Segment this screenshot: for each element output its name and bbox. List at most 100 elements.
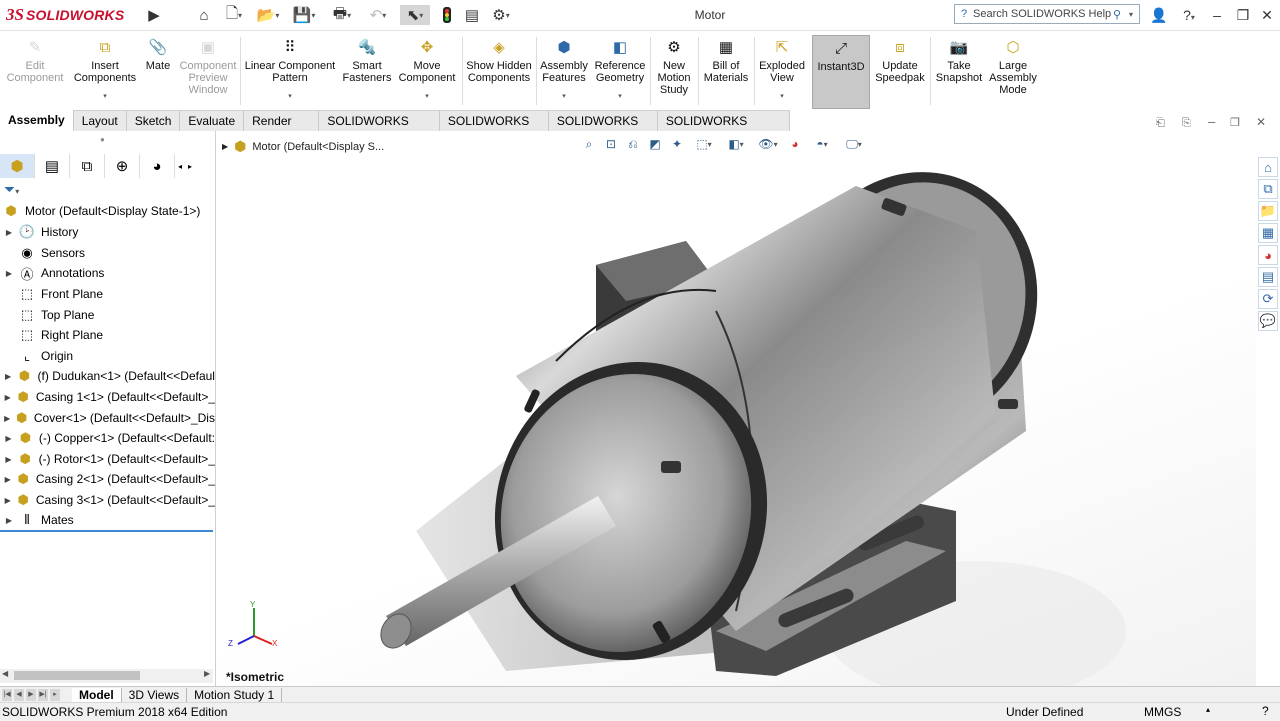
print-icon[interactable]: 🖶 ▾ — [328, 5, 356, 25]
tab-assembly[interactable]: Assembly — [0, 110, 74, 131]
edit-appearance-icon[interactable]: ◕ — [786, 135, 804, 153]
solidworks-resources-home-icon[interactable]: ⌂ — [1258, 157, 1278, 177]
doc-tile-right-icon[interactable]: ⎘ — [1182, 117, 1191, 130]
expand-arrow-icon[interactable]: ▶ — [0, 496, 15, 505]
expand-arrow-icon[interactable]: ▶ — [0, 475, 15, 484]
search-icon[interactable]: ⚲ — [1113, 8, 1129, 21]
expand-arrow-icon[interactable]: ▶ — [0, 269, 18, 278]
view-settings-icon[interactable]: 🖵 ▾ — [840, 135, 868, 153]
section-view-icon[interactable]: ◩ — [646, 135, 664, 153]
help-search-box[interactable]: ? Search SOLIDWORKS Help ⚲ ▾ — [954, 4, 1140, 24]
options-gear-icon[interactable]: ⚙ ▾ — [486, 5, 516, 25]
tree-item-annotations[interactable]: ▶ Ⓐ Annotations — [0, 263, 215, 283]
tree-root-motor[interactable]: ⬢ Motor (Default<Display State-1>) — [0, 201, 215, 221]
component-preview-window-button[interactable]: ▣ Component Preview Window — [176, 39, 240, 111]
display-style-icon[interactable]: ◧ ▾ — [722, 135, 750, 153]
assembly-features-dropdown-icon[interactable]: ▾ — [562, 91, 566, 103]
open-folder-icon[interactable]: 📂 ▾ — [254, 5, 282, 25]
linear-pattern-dropdown-icon[interactable]: ▾ — [288, 91, 292, 103]
filter-icon[interactable]: ⏷▾ — [4, 181, 19, 198]
move-component-dropdown-icon[interactable]: ▾ — [425, 91, 429, 103]
tabs-scroll-left-icon[interactable]: ◂ — [175, 162, 185, 171]
first-tab-icon[interactable]: |◀ — [2, 689, 12, 701]
next-tab-icon[interactable]: ▶ — [26, 689, 36, 701]
doc-close-icon[interactable]: ✕ — [1256, 115, 1266, 129]
tab-evaluate[interactable]: Evaluate — [180, 110, 245, 131]
status-units[interactable]: MMGS — [1144, 705, 1181, 719]
rebuild-traffic-light-icon[interactable] — [440, 5, 454, 25]
move-component-button[interactable]: ✥ Move Component ▾ — [396, 39, 458, 111]
tab-motion-study-1[interactable]: Motion Study 1 — [187, 687, 283, 703]
search-dropdown-icon[interactable]: ▾ — [1129, 10, 1139, 19]
tab-render-tools[interactable]: Render Tools — [244, 110, 320, 149]
exploded-view-button[interactable]: ⇱ Exploded View ▾ — [756, 39, 808, 111]
user-account-icon[interactable]: 👤 — [1146, 4, 1172, 26]
tabs-scroll-right-icon[interactable]: ▸ — [185, 162, 195, 171]
linear-component-pattern-button[interactable]: ⠿ Linear Component Pattern ▾ — [242, 39, 338, 111]
property-manager-tab-icon[interactable]: ▤ — [35, 154, 70, 178]
dimxpert-manager-tab-icon[interactable]: ⊕ — [105, 154, 140, 178]
tree-item-sensors[interactable]: ◉ Sensors — [0, 243, 215, 263]
display-manager-tab-icon[interactable]: ◕ — [140, 154, 175, 178]
tab-scroll-icon[interactable]: ▸ — [50, 689, 60, 701]
new-document-icon[interactable]: 🗋 ▾ — [220, 5, 248, 25]
tree-item-component[interactable]: ▶ ⬢ Casing 1<1> (Default<<Default>_ — [0, 387, 215, 407]
file-explorer-icon[interactable]: 📁 — [1258, 201, 1278, 221]
dynamic-annotation-icon[interactable]: ✦ — [668, 135, 686, 153]
large-assembly-mode-button[interactable]: ⬡ Large Assembly Mode — [988, 39, 1038, 111]
edit-component-button[interactable]: ✎ Edit Component — [6, 39, 64, 111]
instant3d-button[interactable]: ⤢ Instant3D — [812, 35, 870, 109]
tab-solidworks-add-ins[interactable]: SOLIDWORKS Add-Ins — [319, 110, 440, 149]
tree-item-component[interactable]: ▶ ⬢ (-) Copper<1> (Default<<Default: — [0, 428, 215, 448]
hide-show-items-icon[interactable]: 👁 ▾ — [754, 135, 782, 153]
tree-item-history[interactable]: ▶ 🕑 History — [0, 222, 215, 242]
update-speedpak-button[interactable]: ⧈ Update Speedpak — [872, 39, 928, 111]
minimize-icon[interactable]: – — [1204, 4, 1230, 26]
tab-layout[interactable]: Layout — [73, 110, 127, 131]
solidworks-logo[interactable]: 3S SOLIDWORKS — [6, 5, 124, 25]
save-icon[interactable]: 💾 ▾ — [290, 5, 318, 25]
prev-tab-icon[interactable]: ◀ — [14, 689, 24, 701]
breadcrumb[interactable]: ▶ ⬢ Motor (Default<Display S... — [222, 138, 384, 155]
feature-manager-tab-icon[interactable]: ⬢ — [0, 154, 35, 178]
expand-arrow-icon[interactable]: ▶ — [0, 228, 18, 237]
tab-solidworks-cam[interactable]: SOLIDWORKS CAM — [548, 110, 658, 149]
rollback-bar[interactable] — [0, 530, 213, 532]
new-motion-study-button[interactable]: ⚙ New Motion Study — [652, 39, 696, 111]
panel-grip-icon[interactable]: ● — [100, 135, 105, 144]
assembly-features-button[interactable]: ⬢ Assembly Features ▾ — [538, 39, 590, 111]
units-dropdown-icon[interactable]: ▴ — [1206, 705, 1210, 714]
scroll-right-icon[interactable]: ▶ — [204, 669, 210, 678]
mate-button[interactable]: 📎 Mate — [142, 39, 174, 111]
undo-icon[interactable]: ↶ ▾ — [364, 5, 392, 25]
tree-item-component[interactable]: ▶ ⬢ Cover<1> (Default<<Default>_Dis — [0, 408, 215, 428]
graphics-area[interactable] — [216, 131, 1256, 686]
reference-geometry-dropdown-icon[interactable]: ▾ — [618, 91, 622, 103]
close-icon[interactable]: ✕ — [1254, 4, 1280, 26]
breadcrumb-expand-icon[interactable]: ▶ — [222, 142, 228, 151]
insert-components-button[interactable]: ⧉ Insert Components ▾ — [70, 39, 140, 111]
doc-minimize-icon[interactable]: – — [1208, 114, 1215, 129]
tab-sketch[interactable]: Sketch — [126, 110, 181, 131]
expand-arrow-icon[interactable]: ▶ — [0, 455, 17, 464]
bill-of-materials-button[interactable]: ▦ Bill of Materials — [700, 39, 752, 111]
tree-item-component[interactable]: ▶ ⬢ Casing 2<1> (Default<<Default>_ — [0, 469, 215, 489]
scroll-left-icon[interactable]: ◀ — [2, 669, 8, 678]
expand-arrow-icon[interactable]: ▶ — [0, 393, 15, 402]
expand-arrow-icon[interactable]: ▶ — [0, 372, 16, 381]
tree-item-right-plane[interactable]: ⬚ Right Plane — [0, 325, 215, 345]
zoom-to-area-icon[interactable]: ⊡ — [602, 135, 620, 153]
doc-restore-icon[interactable]: ❐ — [1230, 116, 1240, 129]
view-palette-icon[interactable]: ▦ — [1258, 223, 1278, 243]
restore-icon[interactable]: ❐ — [1230, 4, 1256, 26]
previous-view-icon[interactable]: ⎌ — [624, 135, 642, 153]
custom-properties-icon[interactable]: ▤ — [1258, 267, 1278, 287]
menu-expand-arrow-icon[interactable]: ▶ — [146, 5, 162, 25]
apply-scene-icon[interactable]: ◓ ▾ — [808, 135, 836, 153]
configuration-manager-tab-icon[interactable]: ⧉ — [70, 154, 105, 178]
help-search-input[interactable]: Search SOLIDWORKS Help — [973, 8, 1113, 20]
insert-components-dropdown-icon[interactable]: ▾ — [103, 91, 107, 103]
select-pointer-icon[interactable]: ⬉ ▾ — [400, 5, 430, 25]
design-library-icon[interactable]: ⧉ — [1258, 179, 1278, 199]
solidworks-forum-icon[interactable]: ⟳ — [1258, 289, 1278, 309]
